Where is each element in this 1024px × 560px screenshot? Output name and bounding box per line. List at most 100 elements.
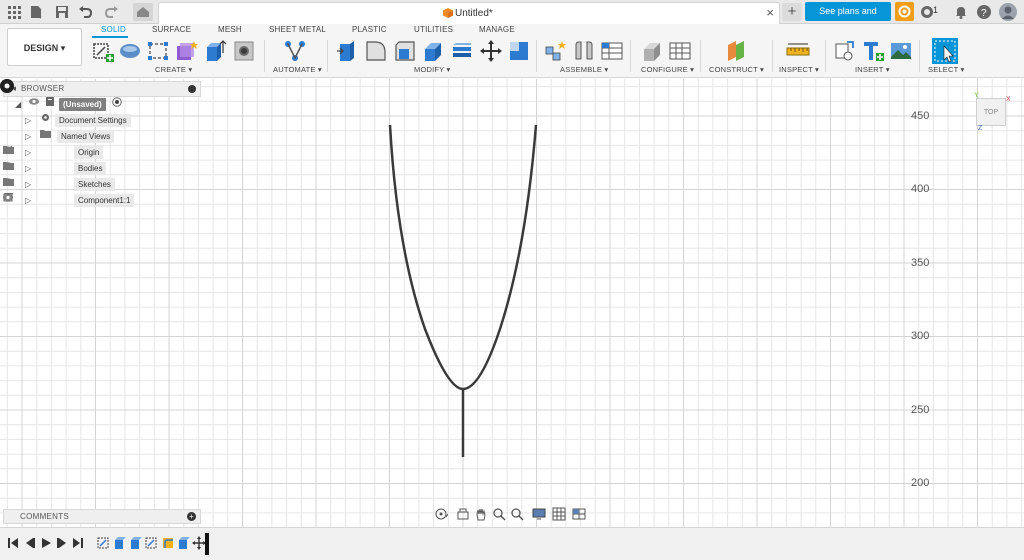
automate-icon[interactable] [283, 39, 307, 63]
tree-label[interactable]: Origin [74, 146, 104, 159]
joint-icon[interactable] [572, 39, 596, 63]
derive-icon[interactable] [174, 39, 198, 63]
tab-surface[interactable]: SURFACE [152, 25, 191, 34]
viewports-icon[interactable] [572, 507, 586, 521]
redo-icon[interactable] [103, 4, 119, 20]
tree-label[interactable]: Document Settings [55, 114, 131, 127]
timeline-extrude-icon[interactable] [129, 536, 143, 550]
timeline-move-icon[interactable] [192, 536, 206, 550]
tab-solid[interactable]: SOLID [101, 25, 126, 34]
configure-icon[interactable] [640, 39, 664, 63]
expand-arrow-icon[interactable]: ▷ [25, 164, 31, 173]
configure-group-label[interactable]: CONFIGURE ▾ [641, 65, 694, 74]
look-at-icon[interactable] [456, 507, 470, 521]
select-icon[interactable] [932, 38, 958, 64]
hole-icon[interactable] [232, 39, 256, 63]
insert-mesh-icon[interactable] [861, 39, 885, 63]
tab-manage[interactable]: MANAGE [479, 25, 515, 34]
timeline-marker[interactable] [205, 533, 209, 555]
insert-derive-icon[interactable] [833, 39, 857, 63]
expand-arrow-icon[interactable]: ▷ [25, 116, 31, 125]
file-icon[interactable]: ▾ [28, 4, 44, 20]
create-sketch-icon[interactable] [91, 39, 115, 63]
document-tab[interactable]: Untitled* × [158, 2, 780, 24]
expand-arrow-icon[interactable]: ▷ [25, 148, 31, 157]
expand-arrow-icon[interactable]: ▷ [25, 132, 31, 141]
press-pull-icon[interactable] [335, 39, 359, 63]
bell-icon[interactable] [953, 4, 969, 20]
user-avatar-icon[interactable] [999, 3, 1017, 21]
form-icon[interactable] [118, 39, 142, 63]
browser-header[interactable]: ◂◂ BROWSER [3, 81, 201, 97]
home-icon[interactable] [133, 3, 153, 21]
expand-arrow-icon[interactable]: ◢ [15, 100, 21, 109]
select-group-label[interactable]: SELECT ▾ [928, 65, 965, 74]
chamfer-icon[interactable] [393, 39, 417, 63]
shell-icon[interactable] [421, 39, 445, 63]
timeline-extrude-icon[interactable] [113, 536, 127, 550]
inspect-group-label[interactable]: INSPECT ▾ [779, 65, 819, 74]
design-canvas[interactable]: 450 400 350 300 250 200 ◂◂ BROWSER ◢ (Un… [0, 79, 1024, 527]
tree-label[interactable]: Component1:1 [74, 194, 135, 207]
timeline-fillet-icon[interactable] [161, 536, 175, 550]
measure-icon[interactable] [786, 39, 810, 63]
help-icon[interactable]: ? [976, 4, 992, 20]
pan-icon[interactable] [474, 507, 488, 521]
display-settings-icon[interactable] [532, 507, 546, 521]
tree-label[interactable]: Sketches [74, 178, 115, 191]
expand-arrow-icon[interactable]: ▷ [25, 196, 31, 205]
close-tab-icon[interactable]: × [766, 6, 774, 20]
activate-radio-icon[interactable] [112, 97, 122, 107]
new-tab-button[interactable]: + [782, 3, 802, 21]
create-group-label[interactable]: CREATE ▾ [155, 65, 192, 74]
go-to-start-icon[interactable] [7, 537, 19, 549]
align-icon[interactable] [507, 39, 531, 63]
comments-panel[interactable]: COMMENTS + [3, 509, 201, 524]
tree-item-root[interactable]: ◢ (Unsaved) [3, 97, 201, 113]
tree-item-document-settings[interactable]: ▷ Document Settings [3, 113, 201, 129]
draft-icon[interactable] [450, 39, 474, 63]
tree-item-bodies[interactable]: ▷ Bodies [3, 161, 201, 177]
extrude-icon[interactable] [203, 39, 227, 63]
tree-item-origin[interactable]: ▷ Origin [3, 145, 201, 161]
zoom-window-icon[interactable] [510, 507, 524, 521]
timeline-sketch-icon[interactable] [97, 536, 111, 550]
offset-plane-icon[interactable] [724, 39, 748, 63]
insert-group-label[interactable]: INSERT ▾ [855, 65, 890, 74]
modify-group-label[interactable]: MODIFY ▾ [414, 65, 450, 74]
workspace-switcher-button[interactable]: DESIGN ▾ [7, 28, 82, 66]
go-to-end-icon[interactable] [72, 537, 84, 549]
minimize-panel-icon[interactable] [188, 85, 196, 93]
tab-utilities[interactable]: UTILITIES [414, 25, 453, 34]
step-forward-icon[interactable] [56, 537, 68, 549]
construct-group-label[interactable]: CONSTRUCT ▾ [709, 65, 764, 74]
tree-item-component[interactable]: ▷ Component1:1 [3, 193, 201, 209]
move-icon[interactable] [479, 39, 503, 63]
grid-icon[interactable] [6, 4, 22, 20]
add-comment-icon[interactable]: + [187, 512, 196, 521]
viewcube[interactable]: TOP [976, 98, 1006, 126]
tab-mesh[interactable]: MESH [218, 25, 242, 34]
job-status-icon[interactable] [895, 2, 914, 21]
timeline-extrude-icon[interactable] [177, 536, 191, 550]
tree-label-root[interactable]: (Unsaved) [59, 98, 106, 111]
configuration-table-icon[interactable] [668, 39, 692, 63]
insert-image-icon[interactable] [889, 39, 913, 63]
play-icon[interactable] [40, 537, 52, 549]
visibility-eye-icon[interactable] [29, 97, 39, 106]
zoom-icon[interactable] [492, 507, 506, 521]
assemble-group-label[interactable]: ASSEMBLE ▾ [560, 65, 608, 74]
fillet-icon[interactable] [364, 39, 388, 63]
undo-icon[interactable] [78, 4, 94, 20]
expand-arrow-icon[interactable]: ▷ [25, 180, 31, 189]
tree-item-sketches[interactable]: ▷ Sketches [3, 177, 201, 193]
orbit-icon[interactable] [434, 507, 448, 521]
feedback-icon[interactable] [0, 79, 14, 93]
tree-item-named-views[interactable]: ▷ Named Views [3, 129, 201, 145]
timeline-sketch-icon[interactable] [145, 536, 159, 550]
grid-settings-icon[interactable] [552, 507, 566, 521]
tree-label[interactable]: Named Views [57, 130, 115, 143]
automate-group-label[interactable]: AUTOMATE ▾ [273, 65, 322, 74]
sketch-dimension-icon[interactable] [146, 39, 170, 63]
tab-plastic[interactable]: PLASTIC [352, 25, 387, 34]
